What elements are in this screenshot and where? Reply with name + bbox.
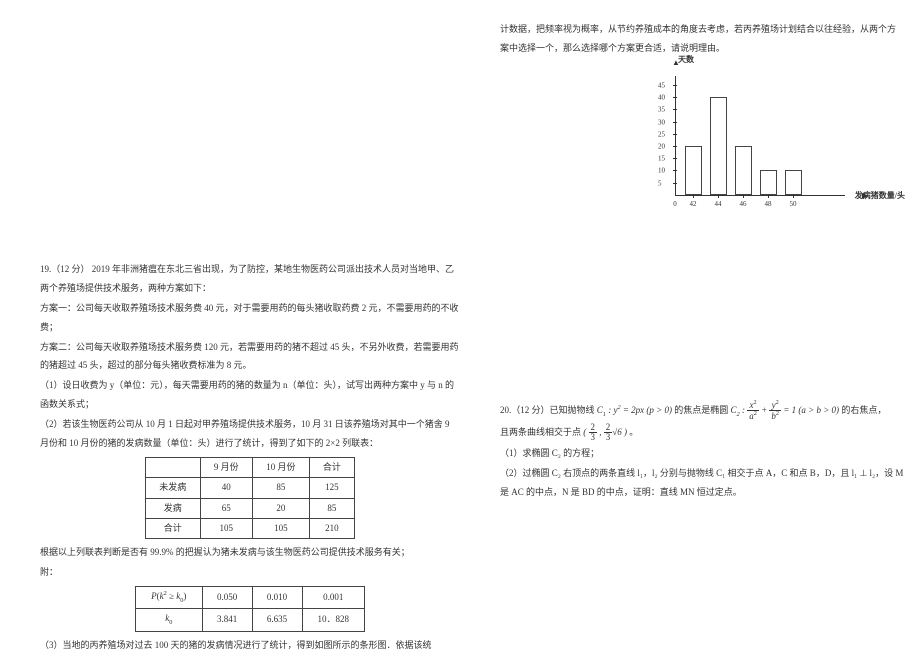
table-row: k0 3.841 6.635 10．828 [136, 609, 365, 632]
bar [760, 170, 777, 194]
text: 。 [629, 427, 638, 437]
x-origin-label: 0 [673, 201, 677, 208]
appendix-label: 附： [40, 563, 460, 582]
cell: 未发病 [146, 478, 201, 498]
table-row: 9 月份 10 月份 合计 [146, 457, 355, 477]
text: 的焦点是椭圆 [674, 405, 730, 415]
math-point: ( 23 , 23√6 ) [583, 427, 627, 437]
cell: 9 月份 [200, 457, 252, 477]
x-tick-label: 44 [715, 201, 722, 208]
y-tick-label: 45 [658, 82, 665, 89]
text: 的右焦点， [841, 405, 886, 415]
text: 且两条曲线相交于点 [500, 427, 583, 437]
q20-part1: （1）求椭圆 C₂ 的方程； [500, 444, 910, 463]
cell: 85 [252, 478, 309, 498]
cell [146, 457, 201, 477]
cell: 65 [200, 498, 252, 518]
after-table1: 根据以上列联表判断是否有 99.9% 的把握认为猪未发病与该生物医药公司提供技术… [40, 543, 460, 562]
math-c1: C1 : y2 = 2px (p > 0) [597, 405, 672, 415]
x-tick-label: 42 [690, 201, 697, 208]
y-tick-label: 10 [658, 168, 665, 175]
math-c2: C2 : x2a2 + y2b2 = 1 (a > b > 0) [731, 405, 842, 415]
bar [685, 146, 702, 195]
cell: 合计 [146, 518, 201, 538]
y-tick-label: 30 [658, 119, 665, 126]
cell: k0 [136, 609, 203, 632]
q19-part3: （3）当地的丙养殖场对过去 100 天的猪的发病情况进行了统计，得到如图所示的条… [40, 636, 460, 655]
contingency-table: 9 月份 10 月份 合计 未发病 40 85 125 发病 65 20 85 … [145, 457, 355, 539]
y-tick-label: 15 [658, 156, 665, 163]
bar [785, 170, 802, 194]
cell: 合计 [309, 457, 354, 477]
y-tick-label: 25 [658, 131, 665, 138]
x-tick-label: 46 [740, 201, 747, 208]
cell: 210 [309, 518, 354, 538]
q19-head: 19.（12 分） 2019 年非洲猪瘟在东北三省出现，为了防控，某地生物医药公… [40, 260, 460, 298]
y-tick-label: 5 [658, 180, 662, 187]
left-column: 19.（12 分） 2019 年非洲猪瘟在东北三省出现，为了防控，某地生物医药公… [40, 260, 460, 656]
x-axis [675, 195, 845, 196]
text: 20.（12 分）已知抛物线 [500, 405, 597, 415]
cell: 0.050 [202, 586, 252, 609]
cell: 发病 [146, 498, 201, 518]
cell: P(k2 ≥ k0) [136, 586, 203, 609]
bar [735, 146, 752, 195]
cell: 6.635 [252, 609, 302, 632]
y-axis-title: 天数 [678, 56, 694, 64]
x-tick-label: 50 [790, 201, 797, 208]
scheme2: 方案二：公司每天收取养殖场技术服务费 120 元，若需要用药的猪不超过 45 头… [40, 338, 460, 376]
table-row: 未发病 40 85 125 [146, 478, 355, 498]
cell: 85 [309, 498, 354, 518]
table-row: P(k2 ≥ k0) 0.050 0.010 0.001 [136, 586, 365, 609]
bar-chart: ▲ 天数 ▶ 发病猪数量/头 5 10 15 20 25 30 35 40 45… [650, 64, 860, 214]
q20-part2: （2）过椭圆 C₂ 右顶点的两条直线 l₁，l₂ 分别与抛物线 C₁ 相交于点 … [500, 464, 910, 502]
chi-square-table: P(k2 ≥ k0) 0.050 0.010 0.001 k0 3.841 6.… [135, 586, 365, 632]
cell: 0.001 [302, 586, 364, 609]
q20-line2: 且两条曲线相交于点 ( 23 , 23√6 ) 。 [500, 423, 910, 443]
y-tick-label: 35 [658, 107, 665, 114]
scheme1: 方案一：公司每天收取养殖场技术服务费 40 元，对于需要用药的每头猪收取药费 2… [40, 299, 460, 337]
x-axis-title: 发病猪数量/头 [855, 192, 905, 200]
cell: 40 [200, 478, 252, 498]
y-tick-label: 40 [658, 95, 665, 102]
cell: 3.841 [202, 609, 252, 632]
q20-line1: 20.（12 分）已知抛物线 C1 : y2 = 2px (p > 0) 的焦点… [500, 400, 910, 422]
q19-part1: （1）设日收费为 y（单位：元），每天需要用药的猪的数量为 n（单位：头），试写… [40, 376, 460, 414]
cell: 20 [252, 498, 309, 518]
cell: 105 [252, 518, 309, 538]
bar [710, 97, 727, 195]
y-axis [675, 76, 676, 196]
q19-part2: （2）若该生物医药公司从 10 月 1 日起对甲养殖场提供技术服务，10 月 3… [40, 415, 460, 453]
right-top-column: 计数据，把频率视为概率，从节约养殖成本的角度去考虑，若丙养殖场计划结合以往经验，… [500, 20, 900, 214]
cell: 10．828 [302, 609, 364, 632]
cell: 0.010 [252, 586, 302, 609]
right-bottom-column: 20.（12 分）已知抛物线 C1 : y2 = 2px (p > 0) 的焦点… [500, 400, 910, 502]
cell: 105 [200, 518, 252, 538]
y-tick-label: 20 [658, 143, 665, 150]
x-tick-label: 48 [765, 201, 772, 208]
table-row: 发病 65 20 85 [146, 498, 355, 518]
cell: 125 [309, 478, 354, 498]
cell: 10 月份 [252, 457, 309, 477]
q19-continuation: 计数据，把频率视为概率，从节约养殖成本的角度去考虑，若丙养殖场计划结合以往经验，… [500, 20, 900, 58]
table-row: 合计 105 105 210 [146, 518, 355, 538]
